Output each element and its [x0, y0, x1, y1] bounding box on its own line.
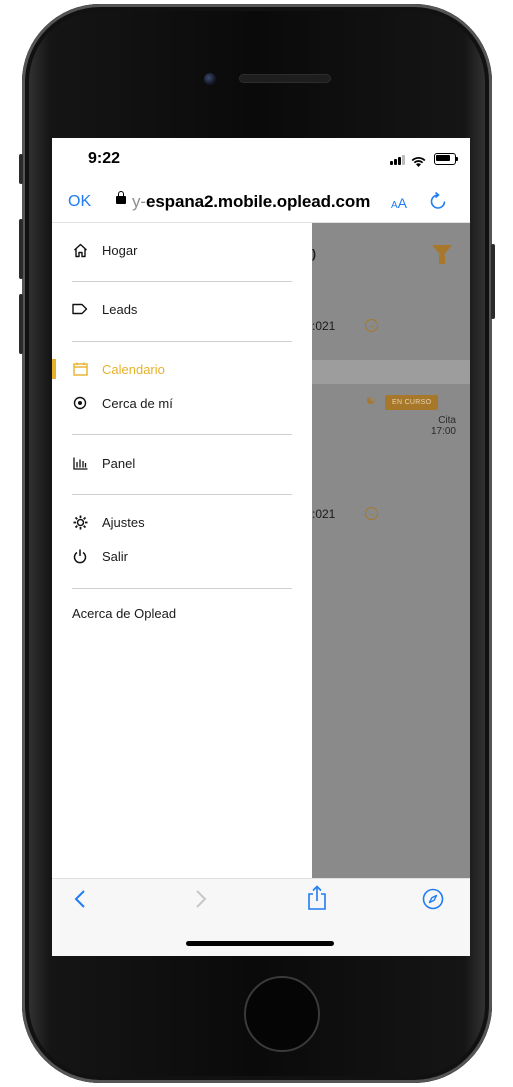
menu-item-label: Calendario: [102, 361, 165, 377]
gear-icon: [72, 514, 88, 530]
arrow-circle-icon: →: [365, 507, 378, 520]
menu-divider: [72, 588, 292, 589]
back-icon[interactable]: [74, 889, 86, 915]
event-type: Cita: [438, 415, 456, 426]
menu-item-panel[interactable]: Panel: [72, 452, 135, 474]
mute-switch: [19, 154, 23, 184]
background-header-fragment: ): [312, 247, 316, 261]
filter-icon: [432, 245, 452, 264]
status-bar: 9:22: [52, 138, 470, 182]
menu-item-label: Panel: [102, 455, 136, 471]
background-row1-date: :021: [312, 319, 336, 333]
menu-item-hogar[interactable]: Hogar: [72, 239, 137, 261]
reload-icon[interactable]: [430, 191, 446, 215]
about-link[interactable]: Acerca de Oplead: [72, 606, 176, 621]
calendar-icon: [72, 361, 88, 377]
menu-item-label: Cerca de mí: [102, 395, 173, 411]
lock-icon: [116, 191, 126, 204]
battery-icon: [434, 153, 458, 165]
text-size-button[interactable]: AA: [391, 195, 407, 211]
phone-screen: 9:22 OK y-espana2.mobile.oplead.com AA )…: [52, 138, 470, 956]
menu-item-salir[interactable]: Salir: [72, 545, 128, 567]
volume-up-button: [19, 219, 23, 279]
background-page-overlay[interactable]: ) :021 → ☯ EN CURSO Cita 17:00 :021 →: [312, 223, 470, 878]
background-row2-date: :021: [312, 507, 336, 521]
signal-icon: [390, 154, 406, 165]
earpiece-speaker: [239, 74, 331, 83]
done-button[interactable]: OK: [68, 193, 91, 211]
menu-item-calendario[interactable]: Calendario: [72, 358, 165, 380]
menu-item-ajustes[interactable]: Ajustes: [72, 511, 145, 533]
share-icon[interactable]: [307, 885, 327, 917]
location-icon: [72, 395, 88, 411]
arrow-circle-icon: →: [365, 319, 378, 332]
menu-divider: [72, 341, 292, 342]
url-field[interactable]: y-espana2.mobile.oplead.com: [132, 192, 370, 212]
wifi-icon: [411, 154, 426, 167]
side-menu-drawer: Hogar Leads Calendario Cerca de mí Panel…: [52, 223, 312, 878]
menu-item-cerca-de-mi[interactable]: Cerca de mí: [72, 392, 173, 414]
home-indicator: [186, 941, 334, 946]
home-icon: [72, 242, 88, 258]
forward-icon[interactable]: [195, 889, 207, 915]
menu-item-label: Ajustes: [102, 514, 145, 530]
browser-url-bar: OK y-espana2.mobile.oplead.com AA: [52, 182, 470, 223]
volume-down-button: [19, 294, 23, 354]
power-icon: [72, 548, 88, 564]
url-host: espana2.mobile.oplead.com: [145, 192, 371, 211]
status-badge: EN CURSO: [385, 395, 439, 410]
bar-chart-icon: [72, 455, 88, 471]
front-camera: [204, 73, 216, 85]
people-icon: ☯: [366, 395, 376, 407]
power-side-button: [491, 244, 495, 319]
menu-divider: [72, 434, 292, 435]
event-time: 17:00: [430, 426, 456, 437]
menu-divider: [72, 494, 292, 495]
active-indicator: [52, 359, 56, 379]
menu-item-label: Salir: [102, 548, 129, 564]
menu-item-label: Leads: [102, 301, 138, 317]
menu-item-label: Hogar: [102, 242, 138, 258]
page-content: ) :021 → ☯ EN CURSO Cita 17:00 :021 → Ho…: [52, 223, 470, 878]
home-button[interactable]: [244, 976, 320, 1052]
menu-item-leads[interactable]: Leads: [72, 298, 137, 320]
tag-icon: [72, 301, 88, 317]
status-time: 9:22: [88, 150, 121, 167]
background-section-band: [312, 360, 470, 384]
url-prefix: y-: [132, 192, 146, 211]
status-icons: [390, 153, 458, 167]
menu-divider: [72, 281, 292, 282]
compass-icon[interactable]: [422, 888, 444, 916]
browser-toolbar: [52, 878, 470, 956]
